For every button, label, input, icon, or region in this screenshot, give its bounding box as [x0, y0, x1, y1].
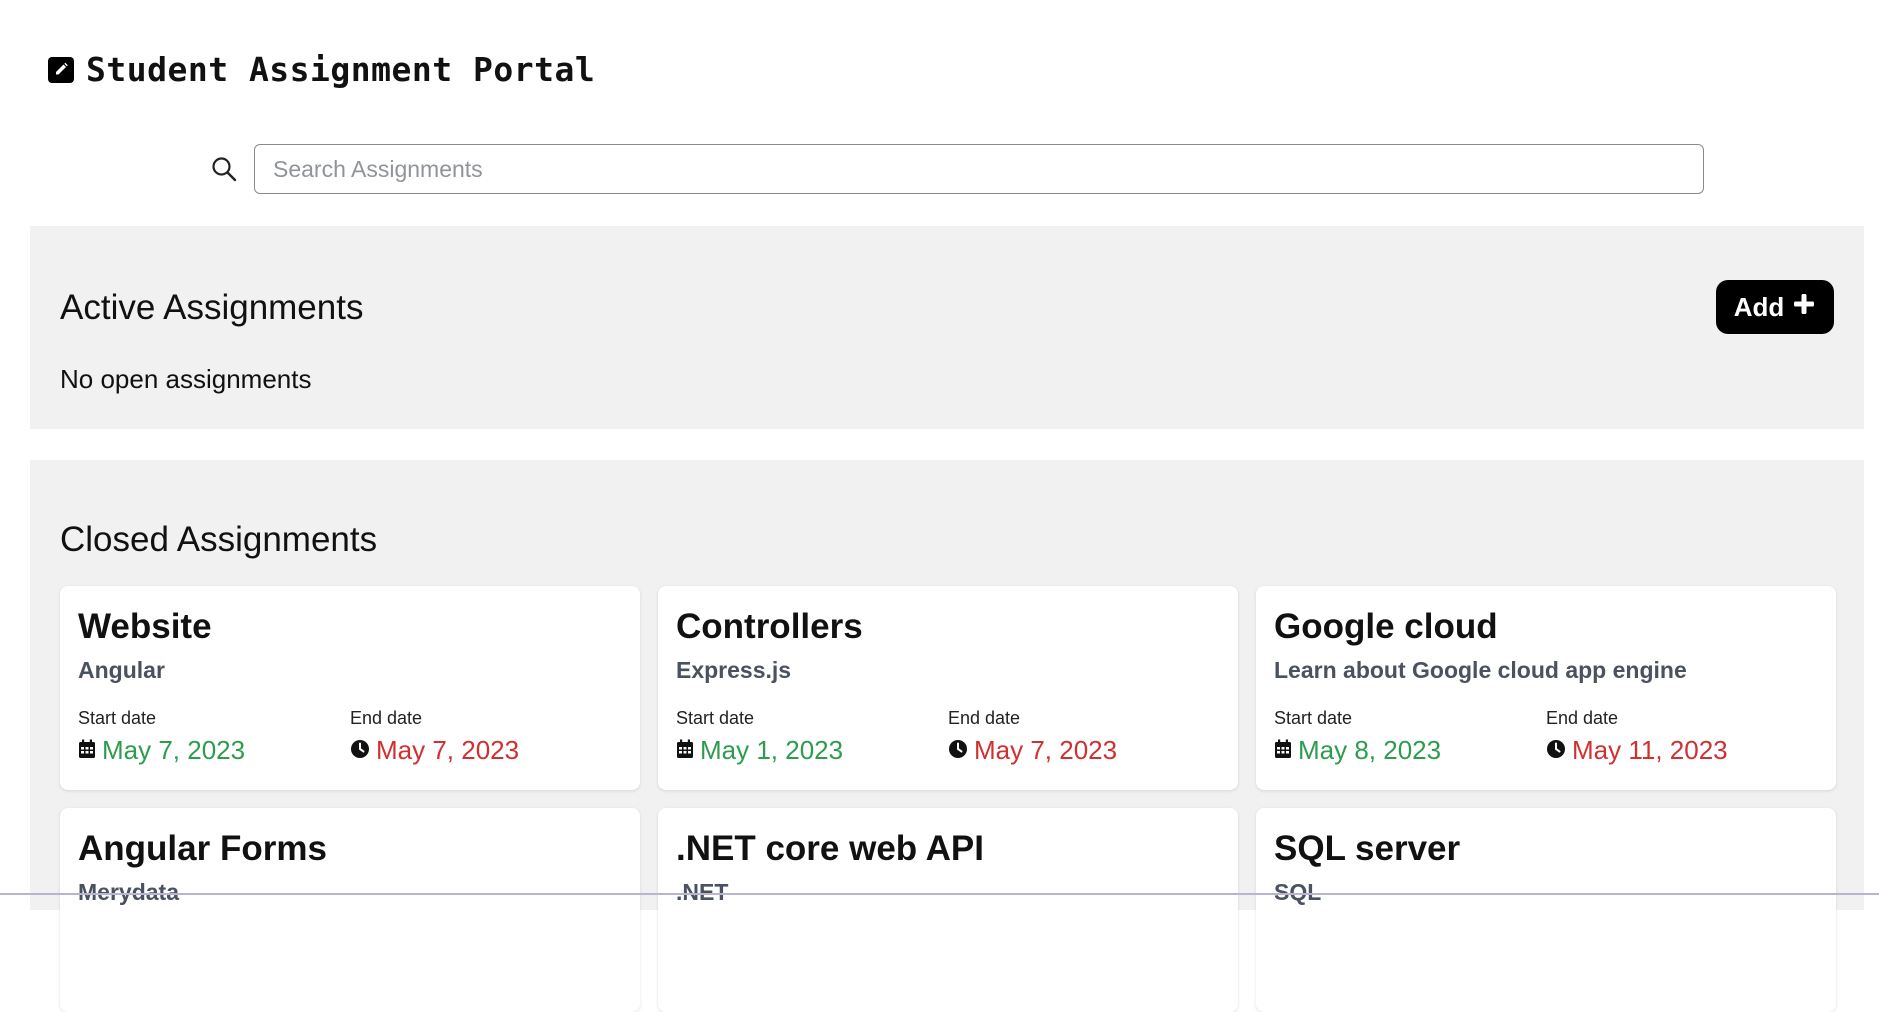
- closed-assignments-heading: Closed Assignments: [60, 520, 378, 559]
- active-assignments-heading: Active Assignments: [60, 288, 364, 327]
- start-date-value: May 8, 2023: [1274, 735, 1546, 766]
- end-date-text: May 7, 2023: [376, 734, 520, 765]
- clock-icon: [948, 735, 968, 766]
- assignment-subtitle: .NET: [676, 878, 729, 905]
- assignment-subtitle: Express.js: [676, 656, 792, 683]
- plus-icon: [1792, 292, 1816, 323]
- edit-square-icon: [48, 56, 74, 83]
- closed-assignments-panel: Closed Assignments Website Angular Start…: [30, 460, 1864, 1012]
- search-bar: [208, 144, 1704, 194]
- end-date-value: May 7, 2023: [350, 735, 622, 766]
- end-date-label: End date: [350, 707, 423, 728]
- end-date-text: May 7, 2023: [974, 734, 1118, 765]
- assignment-title: Website: [78, 607, 212, 646]
- assignment-title: Angular Forms: [78, 829, 327, 868]
- start-date-group: Start date May 1, 2023: [676, 708, 948, 766]
- empty-state-message: No open assignments: [60, 364, 312, 394]
- assignment-card[interactable]: SQL server SQL: [1256, 808, 1836, 1012]
- assignment-subtitle: SQL: [1274, 878, 1322, 905]
- end-date-label: End date: [948, 707, 1021, 728]
- active-assignments-panel: Active Assignments No open assignments A…: [30, 226, 1864, 429]
- assignment-title: Google cloud: [1274, 607, 1498, 646]
- start-date-group: Start date May 8, 2023: [1274, 708, 1546, 766]
- clock-icon: [350, 735, 370, 766]
- assignment-card[interactable]: Controllers Express.js Start date May 1,…: [658, 586, 1238, 790]
- end-date-group: End date May 11, 2023: [1546, 708, 1818, 766]
- assignment-subtitle: Learn about Google cloud app engine: [1274, 656, 1687, 683]
- end-date-text: May 11, 2023: [1572, 734, 1728, 765]
- start-date-label: Start date: [1274, 707, 1353, 728]
- assignment-card[interactable]: .NET core web API .NET: [658, 808, 1238, 1012]
- assignment-title: .NET core web API: [676, 829, 984, 868]
- assignment-dates: Start date May 8, 2023 End date May 11, …: [1274, 708, 1818, 766]
- start-date-value: May 1, 2023: [676, 735, 948, 766]
- assignment-card-grid: Website Angular Start date May 7, 2023 E…: [60, 586, 1836, 1012]
- add-button-label: Add: [1733, 291, 1785, 322]
- assignment-title: SQL server: [1274, 829, 1461, 868]
- assignment-card[interactable]: Angular Forms Merydata: [60, 808, 640, 1012]
- start-date-value: May 7, 2023: [78, 735, 350, 766]
- start-date-text: May 7, 2023: [102, 734, 246, 765]
- start-date-group: Start date May 7, 2023: [78, 708, 350, 766]
- start-date-label: Start date: [676, 707, 755, 728]
- calendar-icon: [676, 735, 694, 766]
- assignment-subtitle: Merydata: [78, 878, 179, 905]
- start-date-text: May 1, 2023: [700, 734, 844, 765]
- search-icon[interactable]: [208, 153, 240, 185]
- end-date-group: End date May 7, 2023: [948, 708, 1220, 766]
- end-date-group: End date May 7, 2023: [350, 708, 622, 766]
- start-date-text: May 8, 2023: [1298, 734, 1442, 765]
- add-assignment-button[interactable]: Add: [1716, 280, 1834, 334]
- assignment-dates: Start date May 1, 2023 End date May 7, 2…: [676, 708, 1220, 766]
- calendar-icon: [1274, 735, 1292, 766]
- app-title: Student Assignment Portal: [86, 50, 596, 89]
- assignment-card[interactable]: Google cloud Learn about Google cloud ap…: [1256, 586, 1836, 790]
- search-input[interactable]: [254, 144, 1704, 194]
- end-date-value: May 7, 2023: [948, 735, 1220, 766]
- assignment-dates: Start date May 7, 2023 End date May 7, 2…: [78, 708, 622, 766]
- assignment-title: Controllers: [676, 607, 863, 646]
- assignment-subtitle: Angular: [78, 656, 165, 683]
- end-date-label: End date: [1546, 707, 1619, 728]
- calendar-icon: [78, 735, 96, 766]
- end-date-value: May 11, 2023: [1546, 735, 1818, 766]
- clock-icon: [1546, 735, 1566, 766]
- start-date-label: Start date: [78, 707, 157, 728]
- assignment-card[interactable]: Website Angular Start date May 7, 2023 E…: [60, 586, 640, 790]
- app-header: Student Assignment Portal: [48, 50, 595, 89]
